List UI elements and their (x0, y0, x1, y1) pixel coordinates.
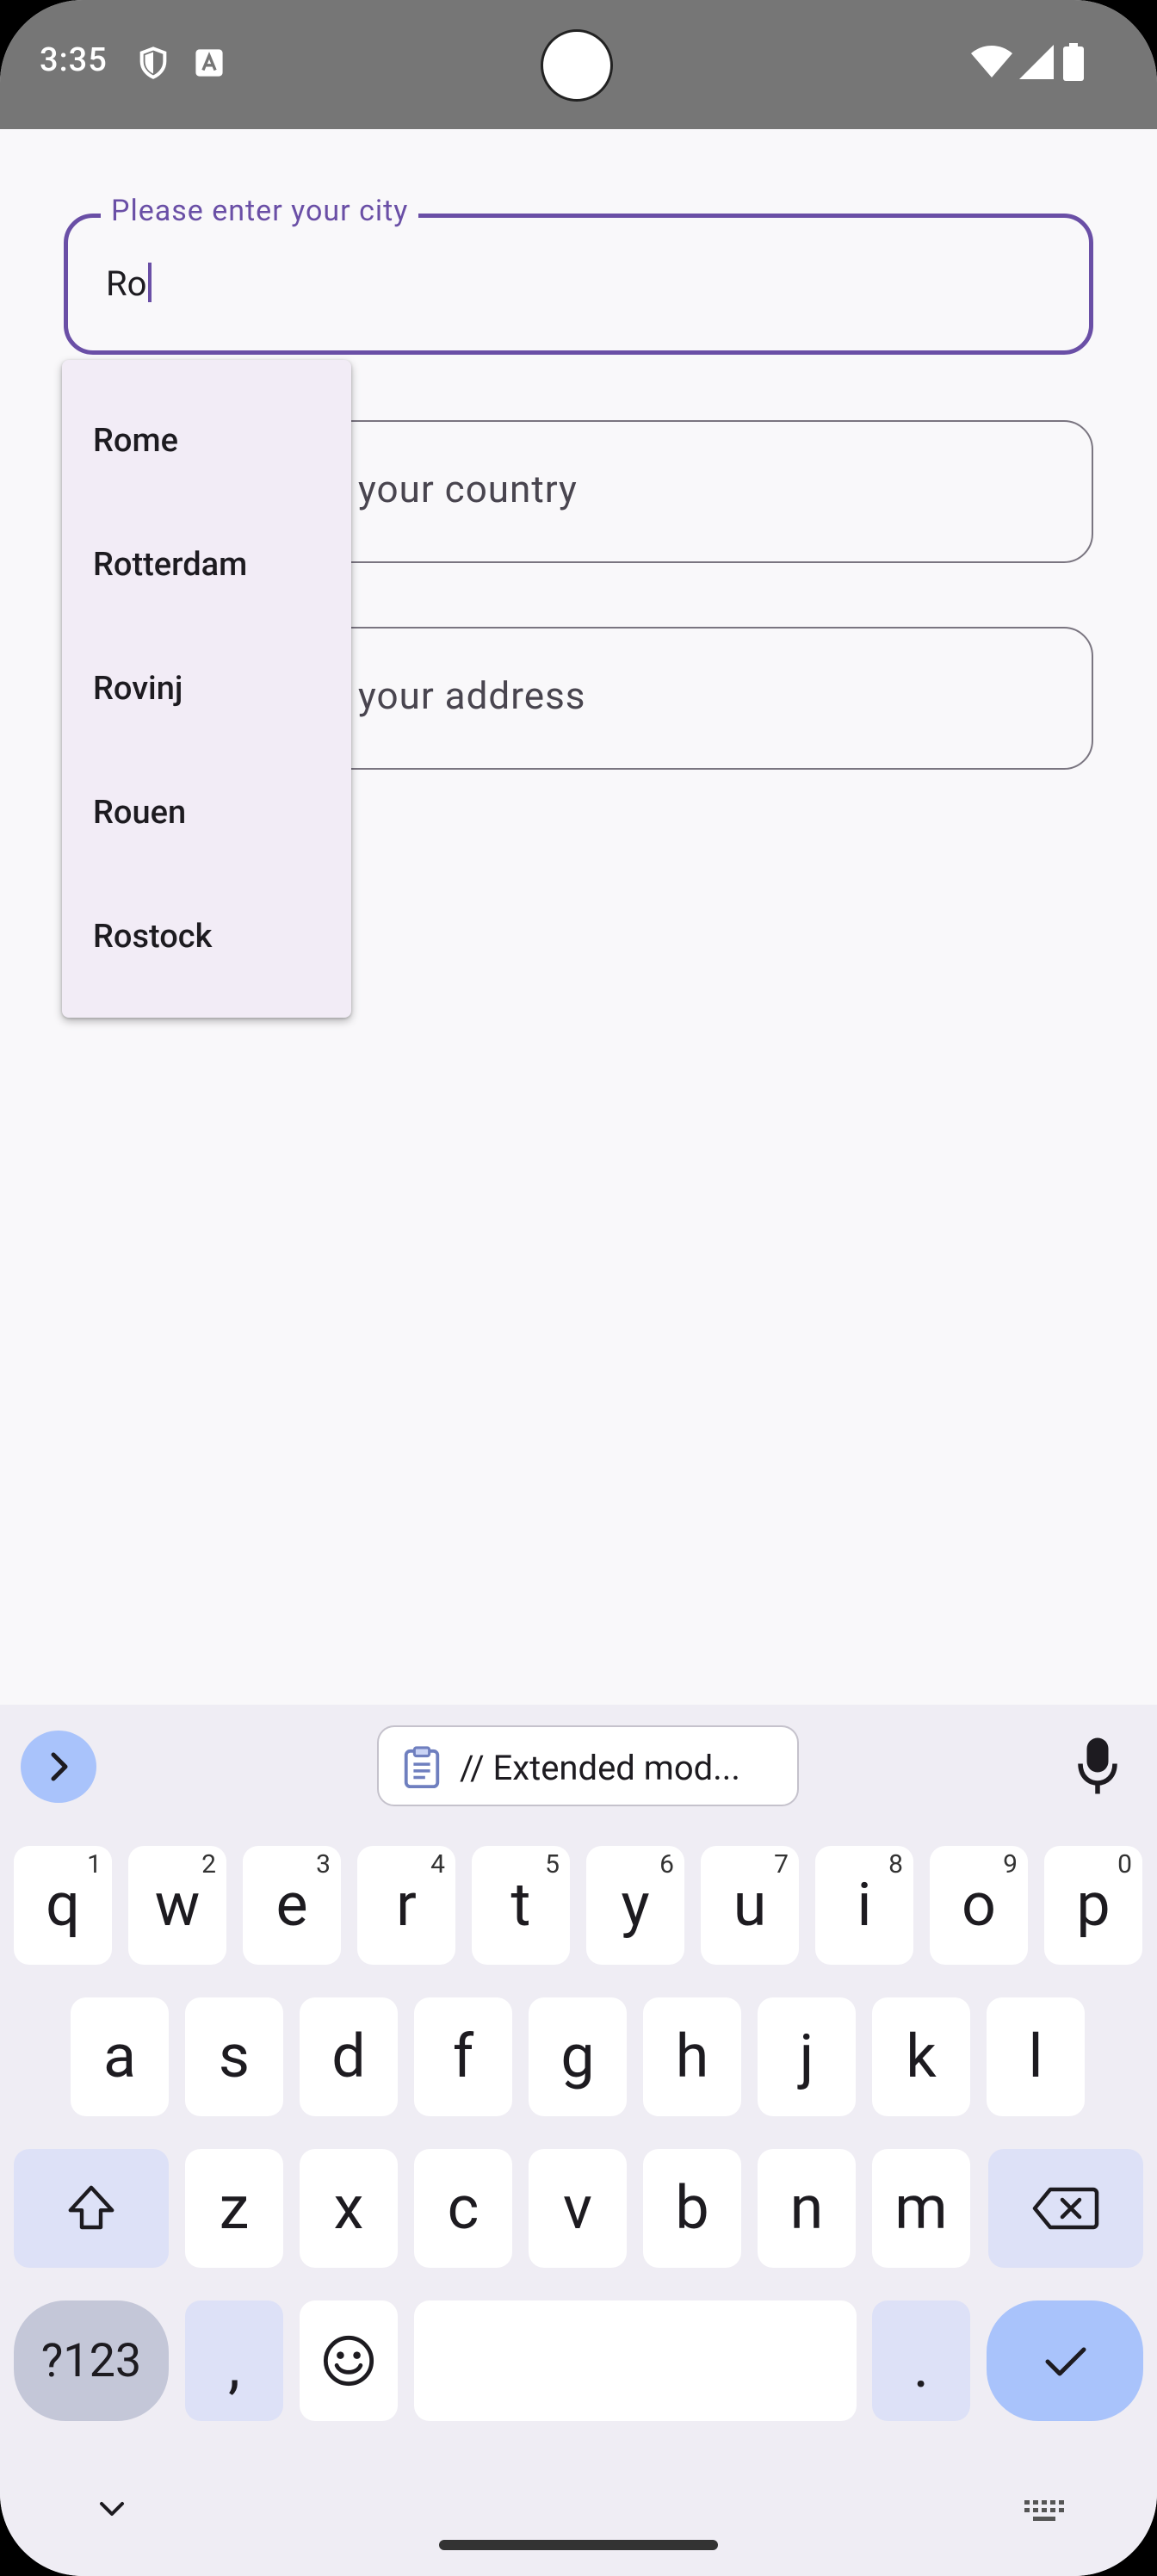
suggestion-item[interactable]: Rostock (62, 875, 351, 999)
key-w[interactable]: w2 (128, 1846, 226, 1965)
chevron-down-icon[interactable] (95, 2497, 129, 2521)
home-indicator[interactable] (439, 2540, 718, 2550)
shift-key[interactable] (14, 2149, 169, 2268)
key-label: w (154, 1870, 201, 1941)
check-icon (1045, 2347, 1086, 2376)
camera-cutout (541, 29, 613, 102)
soft-keyboard: // Extended mod... q1 w2 e3 r4 t5 y6 u7 … (0, 1705, 1157, 2576)
key-q[interactable]: q1 (14, 1846, 112, 1965)
key-label: y (621, 1870, 650, 1941)
clipboard-suggestion-chip[interactable]: // Extended mod... (377, 1725, 799, 1806)
key-x[interactable]: x (300, 2149, 398, 2268)
suggestion-item[interactable]: Rouen (62, 751, 351, 875)
address-input-placeholder: your address (358, 673, 586, 718)
microphone-icon[interactable] (1076, 1736, 1119, 1796)
city-suggestions-dropdown: Rome Rotterdam Rovinj Rouen Rostock (62, 360, 351, 1018)
key-hint: 7 (774, 1849, 789, 1879)
key-hint: 2 (201, 1849, 216, 1879)
key-label: t (510, 1870, 531, 1941)
key-b[interactable]: b (643, 2149, 741, 2268)
shift-icon (68, 2185, 114, 2230)
keyboard-expand-button[interactable] (21, 1731, 96, 1803)
key-label: e (275, 1870, 308, 1941)
key-r[interactable]: r4 (357, 1846, 455, 1965)
clipboard-chip-text: // Extended mod... (460, 1748, 740, 1788)
key-label: r (396, 1870, 417, 1941)
key-s[interactable]: s (185, 1997, 283, 2116)
emoji-key[interactable] (300, 2300, 398, 2421)
symbols-key[interactable]: ?123 (14, 2300, 169, 2421)
key-hint: 0 (1117, 1849, 1132, 1879)
backspace-icon (1032, 2187, 1099, 2230)
status-time: 3:35 (40, 41, 108, 79)
key-hint: 3 (316, 1849, 331, 1879)
key-o[interactable]: o9 (930, 1846, 1028, 1965)
key-hint: 5 (545, 1849, 560, 1879)
key-n[interactable]: n (758, 2149, 856, 2268)
backspace-key[interactable] (988, 2149, 1143, 2268)
key-label: i (857, 1870, 872, 1941)
suggestion-item[interactable]: Rotterdam (62, 503, 351, 627)
key-a[interactable]: a (71, 1997, 169, 2116)
clipboard-icon (404, 1746, 440, 1789)
key-p[interactable]: p0 (1044, 1846, 1142, 1965)
key-f[interactable]: f (414, 1997, 512, 2116)
period-key[interactable]: . (872, 2300, 970, 2421)
country-input-placeholder: your country (358, 467, 578, 511)
key-label: q (46, 1870, 80, 1941)
key-u[interactable]: u7 (701, 1846, 799, 1965)
key-hint: 8 (888, 1849, 903, 1879)
text-caret (148, 263, 152, 302)
emoji-icon (323, 2335, 374, 2387)
chevron-right-icon (51, 1752, 68, 1781)
keyboard-toolbar: // Extended mod... (0, 1705, 1157, 1825)
key-h[interactable]: h (643, 1997, 741, 2116)
key-m[interactable]: m (872, 2149, 970, 2268)
enter-key[interactable] (987, 2300, 1143, 2421)
key-hint: 1 (87, 1849, 102, 1879)
key-z[interactable]: z (185, 2149, 283, 2268)
city-input-value: Ro (106, 263, 147, 304)
key-label: o (962, 1870, 996, 1941)
key-label: u (733, 1870, 767, 1941)
key-c[interactable]: c (414, 2149, 512, 2268)
city-input-label: Please enter your city (101, 194, 419, 228)
key-t[interactable]: t5 (472, 1846, 570, 1965)
key-e[interactable]: e3 (243, 1846, 341, 1965)
city-input-value-wrap: Ro (106, 263, 152, 304)
signal-icon (1019, 45, 1054, 79)
city-input[interactable]: Please enter your city Ro (64, 194, 1093, 355)
key-v[interactable]: v (529, 2149, 627, 2268)
comma-key[interactable]: , (185, 2300, 283, 2421)
key-g[interactable]: g (529, 1997, 627, 2116)
key-l[interactable]: l (987, 1997, 1085, 2116)
shield-icon (139, 46, 167, 79)
key-j[interactable]: j (758, 1997, 856, 2116)
suggestion-item[interactable]: Rome (62, 379, 351, 503)
key-i[interactable]: i8 (815, 1846, 913, 1965)
keyboard-switch-icon[interactable] (1023, 2499, 1067, 2524)
key-label: p (1076, 1870, 1111, 1941)
text-a-icon (195, 49, 223, 77)
key-hint: 6 (659, 1849, 674, 1879)
wifi-icon (971, 46, 1012, 77)
key-hint: 9 (1003, 1849, 1018, 1879)
key-y[interactable]: y6 (586, 1846, 684, 1965)
space-key[interactable] (414, 2300, 857, 2421)
key-k[interactable]: k (872, 1997, 970, 2116)
battery-icon (1063, 43, 1084, 81)
status-bar: 3:35 (0, 0, 1157, 129)
screen: 3:35 Please enter your city Ro your coun… (0, 0, 1157, 2576)
key-hint: 4 (430, 1849, 445, 1879)
suggestion-item[interactable]: Rovinj (62, 627, 351, 751)
key-d[interactable]: d (300, 1997, 398, 2116)
